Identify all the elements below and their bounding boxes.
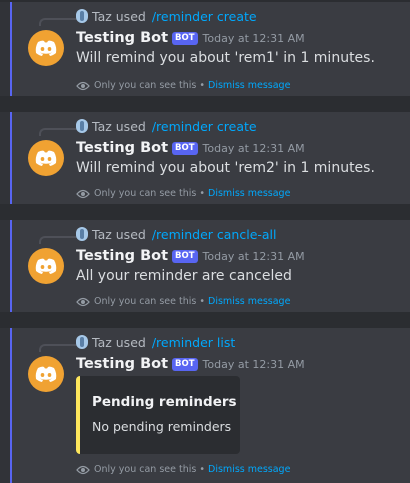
- dismiss-message-link[interactable]: Dismiss message: [208, 464, 290, 475]
- command-name[interactable]: /reminder create: [152, 9, 257, 24]
- message-content: All your reminder are canceled: [76, 268, 292, 284]
- app-icon: [76, 227, 88, 241]
- bot-badge: BOT: [172, 358, 198, 371]
- ephemeral-footer: Only you can see this • Dismiss message: [76, 80, 290, 92]
- message-feed: Taz used /reminder create Testing Bot BOT…: [0, 0, 410, 483]
- command-invoker[interactable]: Taz used: [92, 227, 146, 242]
- ephemeral-note: Only you can see this: [94, 296, 197, 307]
- bot-avatar[interactable]: [28, 356, 64, 392]
- eye-icon: [76, 81, 90, 91]
- bot-name[interactable]: Testing Bot: [76, 248, 168, 264]
- bot-name[interactable]: Testing Bot: [76, 356, 168, 372]
- message-header: Testing Bot BOT Today at 12:31 AM: [76, 27, 305, 49]
- message-divider: [0, 96, 410, 112]
- separator: •: [199, 296, 205, 307]
- message-divider: [0, 204, 410, 220]
- ephemeral-footer: Only you can see this • Dismiss message: [76, 464, 290, 476]
- ephemeral-note: Only you can see this: [94, 188, 197, 199]
- eye-icon: [76, 297, 90, 307]
- bot-badge: BOT: [172, 32, 198, 45]
- bot-badge: BOT: [172, 142, 198, 155]
- reply-connector: [39, 344, 77, 352]
- dismiss-message-link[interactable]: Dismiss message: [208, 188, 290, 199]
- message-header: Testing Bot BOT Today at 12:31 AM: [76, 137, 305, 159]
- message-content: Will remind you about 'rem2' in 1 minute…: [76, 160, 375, 176]
- command-reference: Taz used /reminder create: [76, 119, 257, 135]
- ephemeral-note: Only you can see this: [94, 80, 197, 91]
- bot-avatar[interactable]: [28, 248, 64, 284]
- ephemeral-footer: Only you can see this • Dismiss message: [76, 188, 290, 200]
- bot-name[interactable]: Testing Bot: [76, 140, 168, 156]
- command-reference: Taz used /reminder create: [76, 9, 257, 25]
- dismiss-message-link[interactable]: Dismiss message: [208, 80, 290, 91]
- timestamp: Today at 12:31 AM: [202, 32, 305, 45]
- discord-logo-icon: [35, 258, 57, 274]
- command-reference: Taz used /reminder cancle-all: [76, 227, 277, 243]
- embed-title: Pending reminders: [92, 394, 237, 410]
- reply-connector: [39, 18, 77, 26]
- command-name[interactable]: /reminder list: [152, 335, 235, 350]
- reply-connector: [39, 236, 77, 244]
- ephemeral-message: Taz used /reminder create Testing Bot BOT…: [10, 2, 410, 96]
- embed-card: Pending reminders No pending reminders: [76, 376, 240, 454]
- timestamp: Today at 12:31 AM: [202, 142, 305, 155]
- separator: •: [199, 188, 205, 199]
- discord-logo-icon: [35, 366, 57, 382]
- bot-avatar[interactable]: [28, 140, 64, 176]
- bot-badge: BOT: [172, 250, 198, 263]
- command-invoker[interactable]: Taz used: [92, 119, 146, 134]
- message-header: Testing Bot BOT Today at 12:31 AM: [76, 353, 305, 375]
- ephemeral-message: Taz used /reminder create Testing Bot BOT…: [10, 112, 410, 204]
- command-reference: Taz used /reminder list: [76, 335, 235, 351]
- timestamp: Today at 12:31 AM: [202, 358, 305, 371]
- reply-connector: [39, 128, 77, 136]
- bot-name[interactable]: Testing Bot: [76, 30, 168, 46]
- command-invoker[interactable]: Taz used: [92, 9, 146, 24]
- command-invoker[interactable]: Taz used: [92, 335, 146, 350]
- eye-icon: [76, 189, 90, 199]
- app-icon: [76, 335, 88, 349]
- message-header: Testing Bot BOT Today at 12:31 AM: [76, 245, 305, 267]
- discord-logo-icon: [35, 40, 57, 56]
- separator: •: [199, 80, 205, 91]
- bot-avatar[interactable]: [28, 30, 64, 66]
- discord-logo-icon: [35, 150, 57, 166]
- message-divider: [0, 312, 410, 328]
- eye-icon: [76, 465, 90, 475]
- command-name[interactable]: /reminder create: [152, 119, 257, 134]
- ephemeral-message: Taz used /reminder cancle-all Testing Bo…: [10, 220, 410, 312]
- embed-description: No pending reminders: [92, 419, 232, 434]
- timestamp: Today at 12:31 AM: [202, 250, 305, 263]
- message-content: Will remind you about 'rem1' in 1 minute…: [76, 50, 375, 66]
- ephemeral-message: Taz used /reminder list Testing Bot BOT To…: [10, 328, 410, 483]
- ephemeral-note: Only you can see this: [94, 464, 197, 475]
- ephemeral-footer: Only you can see this • Dismiss message: [76, 296, 290, 308]
- app-icon: [76, 119, 88, 133]
- separator: •: [199, 464, 205, 475]
- command-name[interactable]: /reminder cancle-all: [152, 227, 277, 242]
- app-icon: [76, 9, 88, 23]
- dismiss-message-link[interactable]: Dismiss message: [208, 296, 290, 307]
